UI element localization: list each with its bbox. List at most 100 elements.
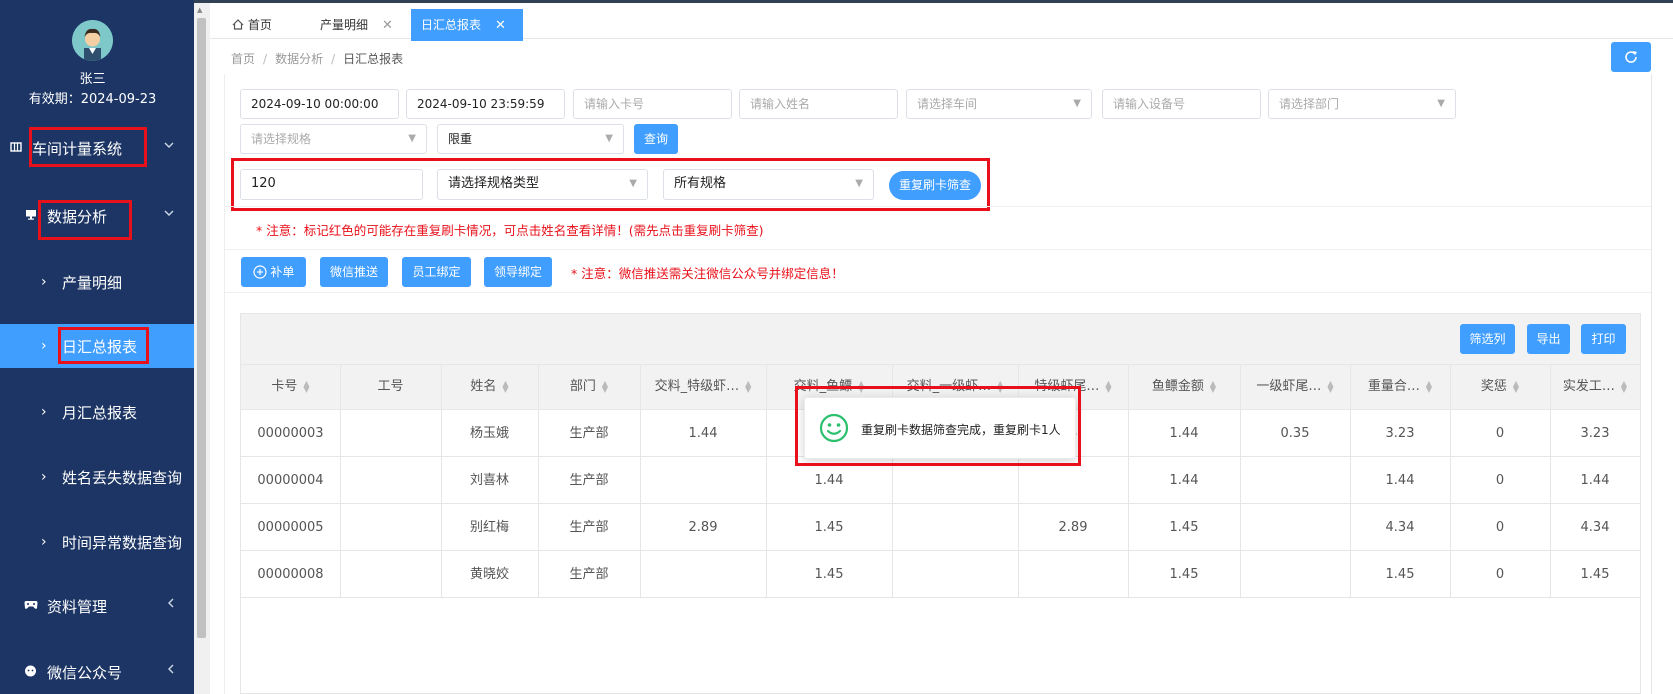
column-header[interactable]: 部门 ▲ ▼: [538, 364, 640, 410]
sidebar-item-time-anomaly-query[interactable]: › 时间异常数据查询: [0, 520, 194, 564]
limit-select[interactable]: 限重 ▼: [437, 124, 624, 154]
table-cell: [892, 551, 1018, 598]
chevron-right-icon: ›: [41, 338, 47, 354]
plus-circle-icon: [252, 265, 271, 279]
highlight-box: [795, 386, 1081, 466]
sort-icon[interactable]: ▲ ▼: [745, 379, 751, 393]
sidebar-item-label: 微信公众号: [47, 663, 123, 682]
device-number-input[interactable]: 请输入设备号: [1102, 89, 1261, 119]
wechat-notice: * 注意：微信推送需关注微信公众号并绑定信息！: [571, 266, 844, 281]
add-record-button[interactable]: 补单: [241, 257, 306, 287]
bind-staff-button[interactable]: 员工绑定: [402, 257, 471, 287]
table-cell: 生产部: [569, 473, 609, 488]
sidebar-item-monthly-report[interactable]: › 月汇总报表: [0, 390, 194, 434]
start-time-input[interactable]: 2024-09-10 00:00:00: [240, 89, 399, 119]
sidebar: 张三 有效期：2024-09-23 车间计量系统 数据分析 › 产量明细 › 日…: [0, 0, 194, 694]
avatar[interactable]: [72, 20, 113, 61]
table-cell: 0: [1495, 426, 1505, 441]
table-cell: 1.45: [814, 520, 844, 535]
table-toolbar: [241, 314, 1640, 364]
sort-icon[interactable]: ▲ ▼: [1426, 379, 1432, 393]
name-link[interactable]: 别红梅: [441, 504, 538, 551]
tab-label: 首页: [247, 18, 272, 32]
column-header-label: 部门: [569, 379, 596, 394]
breadcrumb-data-analysis[interactable]: 数据分析: [275, 52, 323, 66]
name-link[interactable]: 刘喜林: [441, 457, 538, 504]
workshop-icon: [10, 141, 22, 156]
filter-columns-button[interactable]: 筛选列: [1460, 324, 1515, 354]
department-select[interactable]: 请选择部门 ▼: [1268, 89, 1456, 119]
table-cell: 4.34: [1580, 520, 1610, 535]
tab-home[interactable]: 首页: [222, 9, 300, 41]
column-header[interactable]: 实发工… ▲ ▼: [1550, 364, 1640, 410]
tabs-bar: 首页 产量明细 ✕ 日汇总报表 ✕: [210, 3, 1673, 41]
table-cell: [892, 504, 1018, 551]
sort-icon[interactable]: ▲ ▼: [502, 379, 508, 393]
tab-label: 产量明细: [320, 18, 369, 32]
sidebar-item-label: 月汇总报表: [62, 403, 138, 422]
table-cell: 3.23: [1580, 426, 1610, 441]
table-cell: 生产部: [569, 426, 609, 441]
name-link[interactable]: 黄晓姣: [441, 551, 538, 598]
sidebar-item-wechat-official[interactable]: 微信公众号: [0, 650, 194, 694]
name-link[interactable]: 杨玉娥: [441, 410, 538, 457]
table-cell: 生产部: [569, 567, 609, 582]
select-placeholder: 请选择规格: [251, 132, 312, 146]
scroll-up-icon[interactable]: ▲: [197, 6, 202, 14]
table-cell: 1.44: [688, 426, 718, 441]
tab-daily-report[interactable]: 日汇总报表 ✕: [411, 9, 523, 41]
close-icon[interactable]: ✕: [495, 18, 506, 33]
column-header[interactable]: 奖惩 ▲ ▼: [1450, 364, 1550, 410]
chevron-down-icon: ▼: [605, 133, 613, 144]
chevron-down-icon: [164, 138, 174, 152]
column-header[interactable]: 一级虾尾… ▲ ▼: [1240, 364, 1350, 410]
sort-icon[interactable]: ▲ ▼: [1513, 379, 1519, 393]
sidebar-scroll-thumb[interactable]: [197, 18, 206, 638]
query-button[interactable]: 查询: [634, 124, 678, 154]
chevron-down-icon: ▼: [1073, 98, 1081, 109]
refresh-button[interactable]: [1611, 42, 1651, 72]
workshop-select[interactable]: 请选择车间 ▼: [906, 89, 1092, 119]
highlight-box: [38, 200, 132, 240]
sort-icon[interactable]: ▲ ▼: [303, 379, 309, 393]
spec-select[interactable]: 请选择规格 ▼: [240, 124, 427, 154]
column-header[interactable]: 重量合… ▲ ▼: [1350, 364, 1450, 410]
chevron-down-icon: ▼: [1437, 98, 1445, 109]
end-time-input[interactable]: 2024-09-10 23:59:59: [406, 89, 565, 119]
sort-icon[interactable]: ▲ ▼: [1621, 379, 1627, 393]
table-cell: [340, 504, 441, 551]
column-header-label: 姓名: [470, 379, 497, 394]
button-label: 补单: [270, 265, 295, 279]
table-cell: [1240, 504, 1350, 551]
tab-output-detail[interactable]: 产量明细 ✕: [310, 9, 410, 41]
column-header[interactable]: 卡号 ▲ ▼: [241, 364, 340, 410]
close-icon[interactable]: ✕: [382, 18, 393, 33]
column-header[interactable]: 交料_特级虾… ▲ ▼: [640, 364, 766, 410]
breadcrumb-home[interactable]: 首页: [231, 52, 255, 66]
table-cell: [1240, 551, 1350, 598]
sidebar-item-output-detail[interactable]: › 产量明细: [0, 260, 194, 304]
sort-icon[interactable]: ▲ ▼: [1327, 379, 1333, 393]
column-header[interactable]: 工号: [340, 364, 441, 410]
column-header[interactable]: 鱼鳔金额 ▲ ▼: [1128, 364, 1240, 410]
sidebar-item-label: 资料管理: [47, 597, 108, 616]
bind-leader-button[interactable]: 领导绑定: [484, 257, 552, 287]
export-button[interactable]: 导出: [1527, 324, 1570, 354]
wechat-push-button[interactable]: 微信推送: [320, 257, 388, 287]
name-input[interactable]: 请输入姓名: [739, 89, 898, 119]
card-number-input[interactable]: 请输入卡号: [573, 89, 732, 119]
sidebar-item-data-management[interactable]: 资料管理: [0, 584, 194, 628]
print-button[interactable]: 打印: [1581, 324, 1626, 354]
chevron-right-icon: ›: [41, 274, 47, 290]
column-header[interactable]: 姓名 ▲ ▼: [441, 364, 538, 410]
sort-icon[interactable]: ▲ ▼: [1105, 379, 1111, 393]
table-cell: 1.45: [1385, 567, 1415, 582]
table-cell: 2.89: [1058, 520, 1088, 535]
column-header-label: 重量合…: [1367, 379, 1420, 394]
sidebar-item-name-lost-query[interactable]: › 姓名丢失数据查询: [0, 455, 194, 499]
sort-icon[interactable]: ▲ ▼: [1210, 379, 1216, 393]
sort-icon[interactable]: ▲ ▼: [602, 379, 608, 393]
chevron-right-icon: ›: [41, 534, 47, 550]
table-cell: 00000005: [257, 520, 324, 535]
divider: [225, 206, 1651, 207]
